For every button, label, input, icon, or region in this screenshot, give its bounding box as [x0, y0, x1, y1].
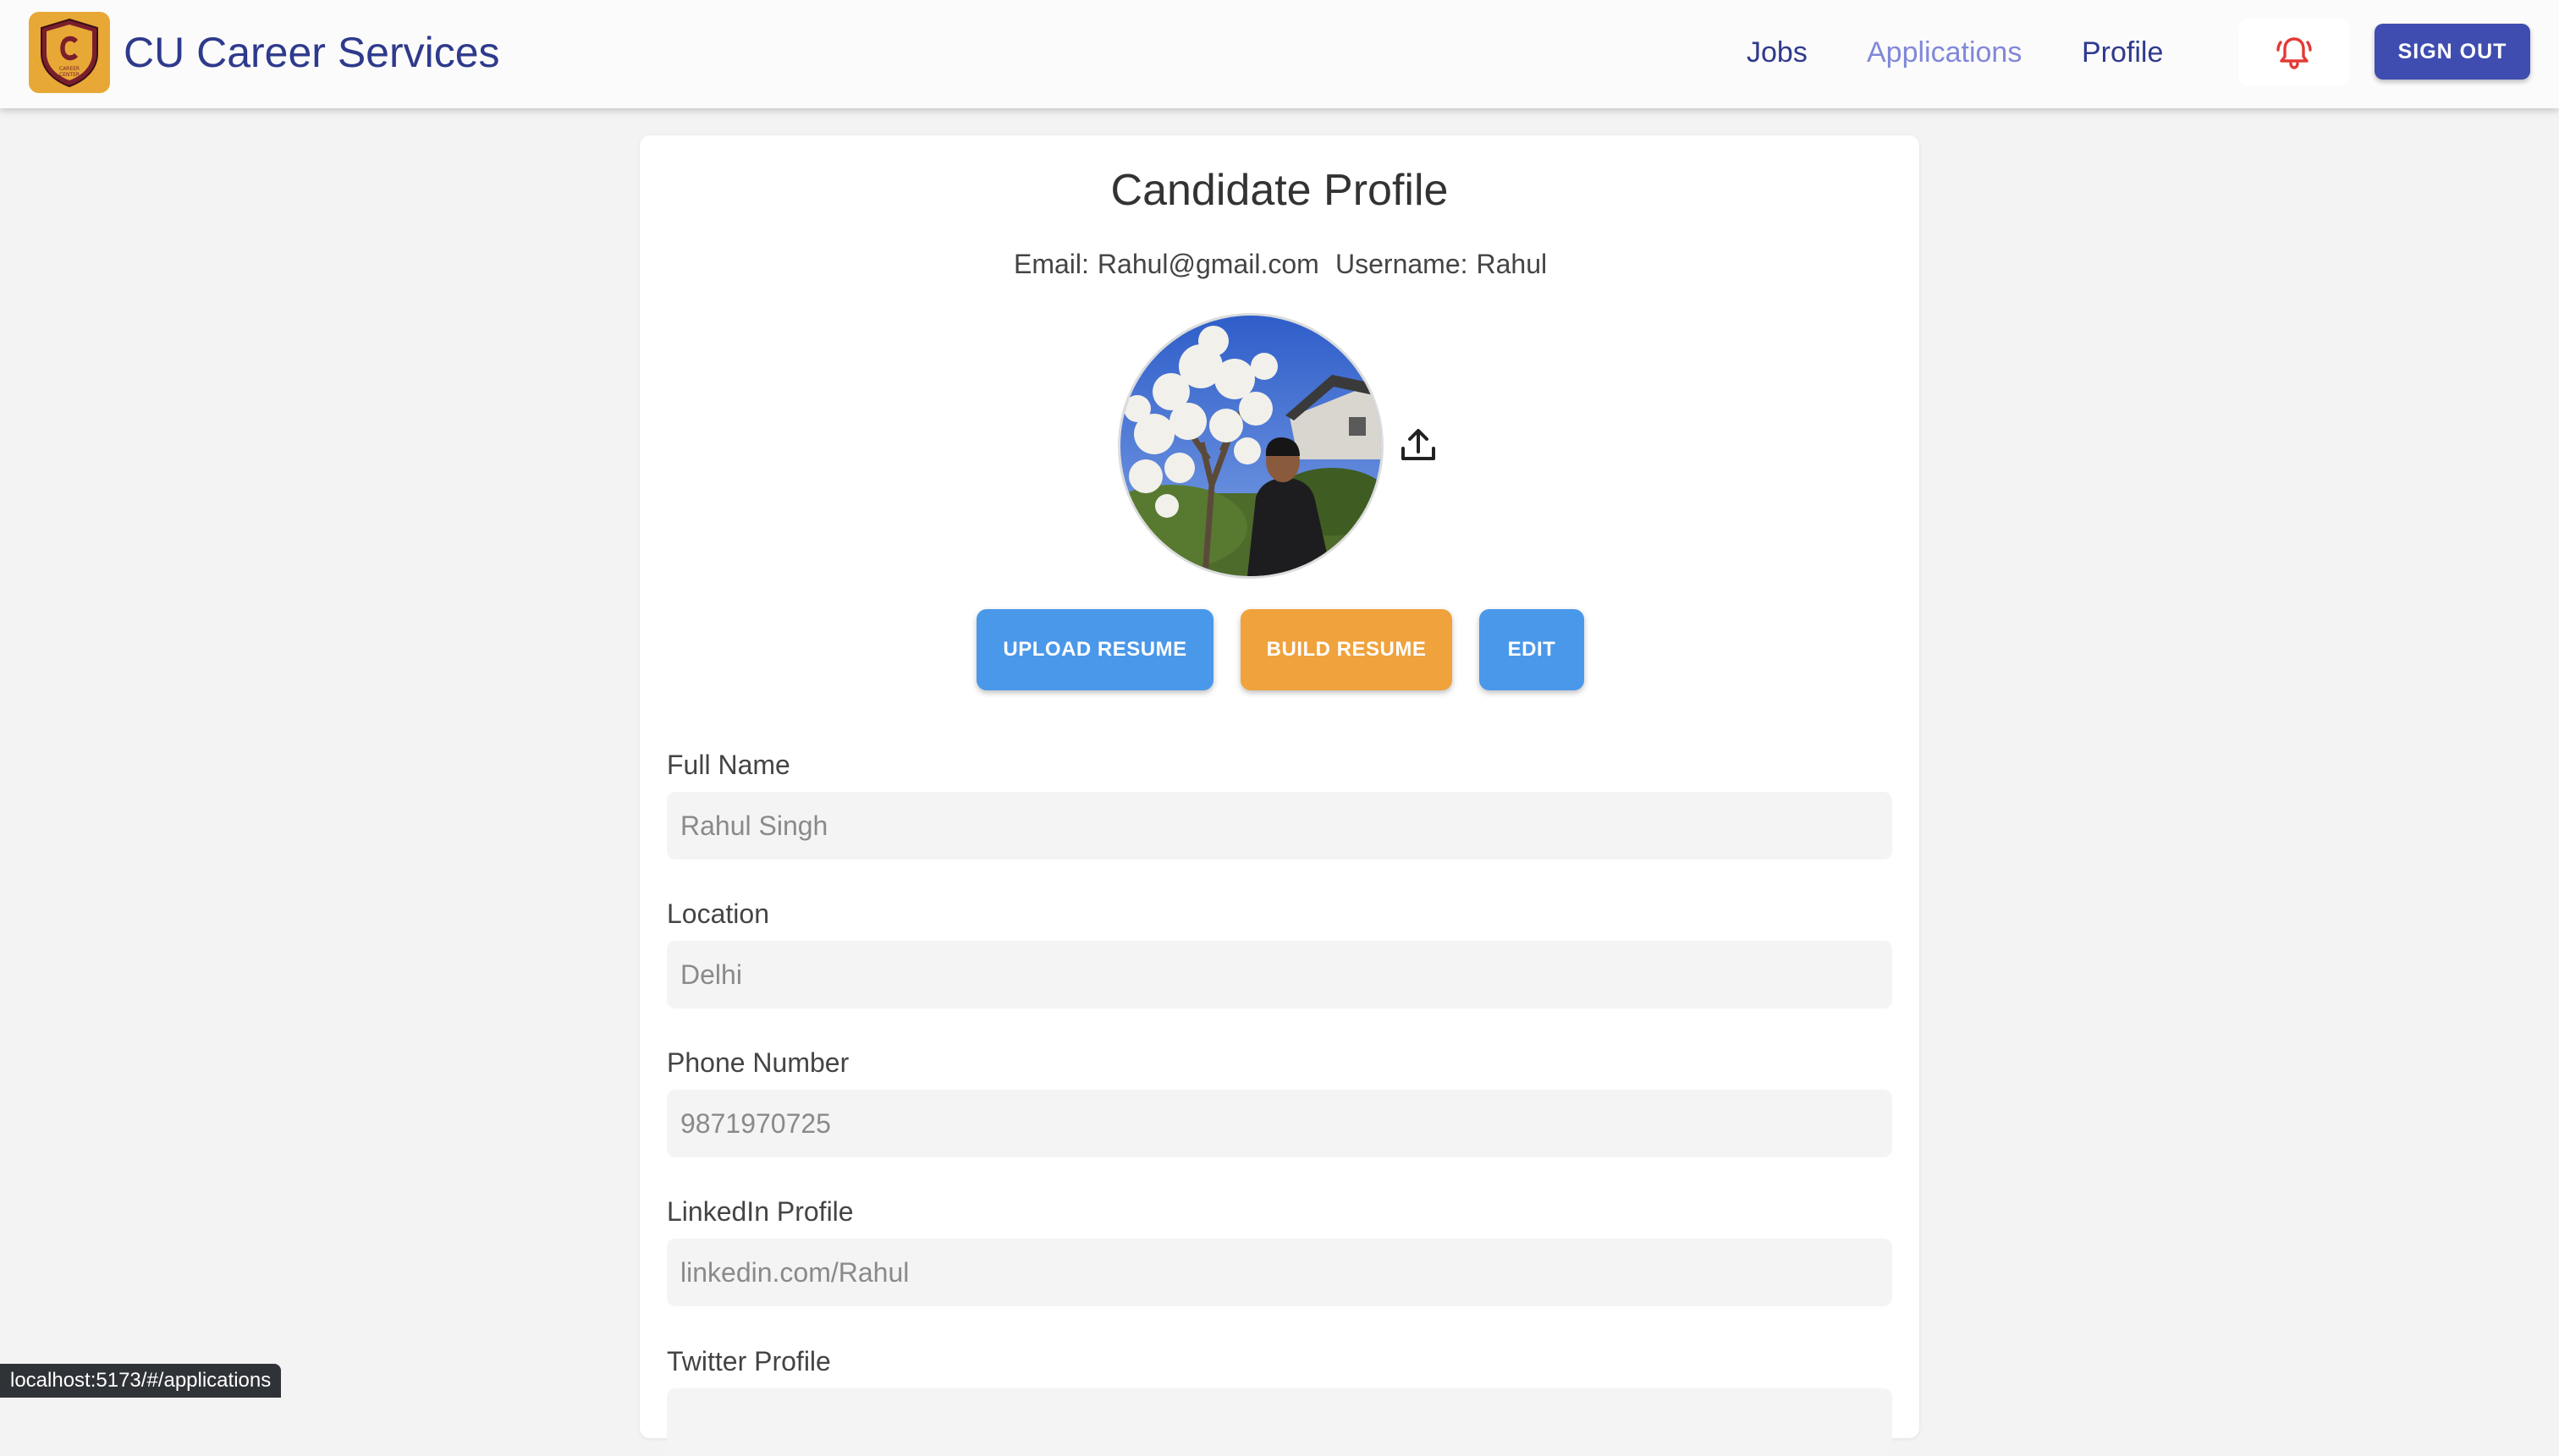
upload-resume-button[interactable]: UPLOAD RESUME [977, 609, 1213, 690]
username-label: Username: [1335, 249, 1468, 279]
email-value: Rahul@gmail.com [1097, 249, 1319, 279]
avatar [1118, 313, 1384, 579]
full-name-field[interactable] [667, 792, 1892, 860]
top-navbar: CAREER CENTER CU Career Services Jobs Ap… [0, 0, 2559, 108]
sign-out-button[interactable]: SIGN OUT [2375, 24, 2530, 80]
location-label: Location [667, 898, 769, 929]
link-status-bar: localhost:5173/#/applications [0, 1364, 282, 1398]
nav-link-applications[interactable]: Applications [1867, 32, 2022, 73]
upload-photo-button[interactable] [1395, 421, 1442, 469]
full-name-label: Full Name [667, 750, 790, 780]
email-label: Email: [1014, 249, 1089, 279]
app-title[interactable]: CU Career Services [124, 25, 500, 80]
bell-ringing-icon [2276, 37, 2312, 69]
username-info: Username: Rahul [1335, 245, 1547, 283]
career-center-logo[interactable]: CAREER CENTER [29, 12, 110, 93]
nav-link-profile[interactable]: Profile [2082, 32, 2163, 73]
svg-text:CENTER: CENTER [59, 72, 80, 78]
svg-text:CAREER: CAREER [59, 66, 80, 72]
candidate-profile-card: Candidate Profile Email: Rahul@gmail.com … [640, 135, 1919, 1456]
profile-photo [1120, 316, 1381, 576]
twitter-profile-label: Twitter Profile [667, 1346, 831, 1376]
nav-link-jobs[interactable]: Jobs [1747, 32, 1808, 73]
edit-button[interactable]: EDIT [1479, 609, 1584, 690]
phone-number-label: Phone Number [667, 1047, 850, 1078]
upload-icon [1401, 429, 1435, 460]
username-value: Rahul [1476, 249, 1548, 279]
linkedin-profile-field[interactable] [667, 1239, 1892, 1306]
build-resume-button[interactable]: BUILD RESUME [1241, 609, 1452, 690]
shield-logo-icon: CAREER CENTER [41, 18, 98, 88]
phone-number-field[interactable] [667, 1090, 1892, 1157]
linkedin-profile-label: LinkedIn Profile [667, 1196, 854, 1227]
email-info: Email: Rahul@gmail.com [1014, 245, 1319, 283]
twitter-profile-field[interactable] [667, 1388, 1892, 1456]
location-field[interactable] [667, 941, 1892, 1008]
notifications-button[interactable] [2239, 19, 2349, 86]
page-title: Candidate Profile [1110, 166, 1449, 215]
